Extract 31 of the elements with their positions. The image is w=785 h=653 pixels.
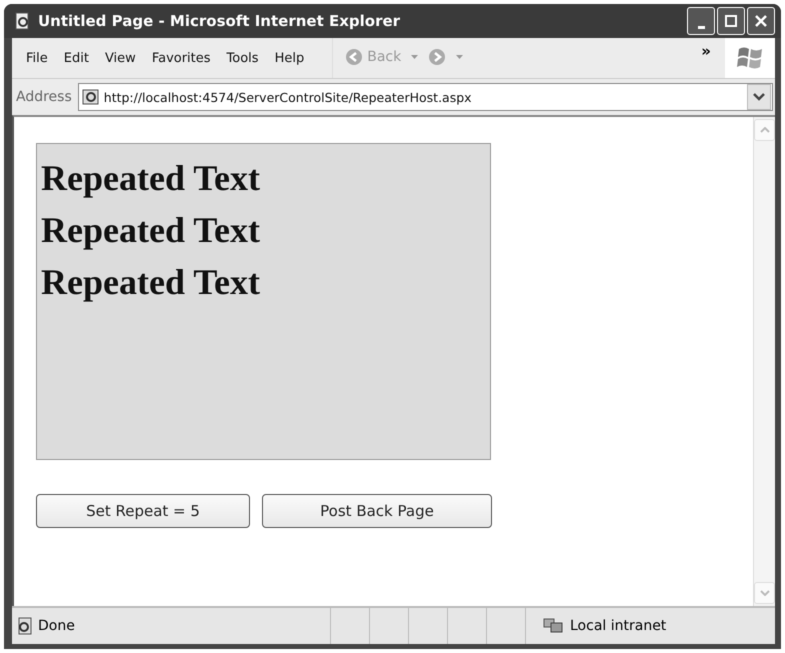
address-label: Address bbox=[16, 89, 73, 105]
dropdown-button[interactable] bbox=[747, 84, 771, 110]
maximize-icon bbox=[724, 14, 738, 28]
page-icon bbox=[16, 617, 34, 635]
minimize-icon bbox=[698, 26, 704, 28]
menu-item[interactable]: Help bbox=[266, 50, 312, 66]
address-field[interactable]: http://localhost:4574/ServerControlSite/RepeaterHost.aspx bbox=[78, 83, 773, 111]
close-icon bbox=[754, 14, 768, 28]
caret-icon bbox=[411, 55, 418, 59]
page-button[interactable]: Set Repeat = 5 bbox=[36, 494, 250, 528]
page-icon bbox=[82, 88, 100, 106]
menu-item[interactable]: Edit bbox=[56, 50, 97, 66]
menu-item[interactable]: View bbox=[96, 50, 144, 66]
minimize-button[interactable] bbox=[687, 7, 715, 35]
chevron-down-icon bbox=[753, 93, 765, 101]
chevron-up-icon bbox=[760, 127, 770, 133]
menu-item[interactable]: Tools bbox=[218, 50, 267, 66]
maximize-button[interactable] bbox=[717, 7, 745, 35]
close-button[interactable] bbox=[747, 7, 775, 35]
repeated-text: Repeated Text bbox=[41, 157, 261, 200]
menu-item[interactable]: File bbox=[18, 50, 56, 66]
status-text: Done bbox=[38, 618, 75, 634]
chevron-down-icon bbox=[760, 590, 770, 596]
repeated-text: Repeated Text bbox=[41, 209, 261, 252]
caret-icon bbox=[456, 55, 464, 59]
page-button[interactable]: Post Back Page bbox=[262, 494, 492, 528]
repeated-text: Repeated Text bbox=[41, 261, 261, 304]
menu-item[interactable]: Favorites bbox=[144, 50, 219, 66]
window-title: Untitled Page - Microsoft Internet Explorer bbox=[38, 12, 402, 30]
toolbar-overflow[interactable]: » bbox=[701, 42, 711, 60]
zone-text: Local intranet bbox=[570, 618, 666, 634]
